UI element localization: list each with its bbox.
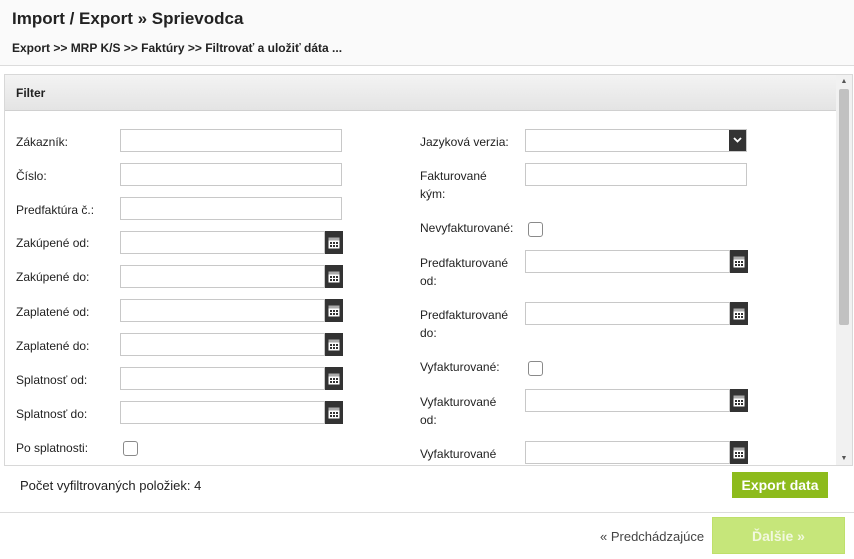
due-from-label: Splatnosť od: <box>16 373 88 387</box>
purchased-from-label: Zakúpené od: <box>16 236 90 250</box>
invoiced-from-label-line1: Vyfakturované <box>420 395 497 409</box>
paid-to-label: Zaplatené do: <box>16 339 90 353</box>
invoiced-to-date <box>525 441 748 464</box>
scroll-down-icon[interactable]: ▼ <box>836 452 852 465</box>
due-from-input[interactable] <box>120 367 325 390</box>
calendar-icon[interactable] <box>325 231 343 254</box>
calendar-icon[interactable] <box>325 265 343 288</box>
due-to-input[interactable] <box>120 401 325 424</box>
invoiced-to-input[interactable] <box>525 441 730 464</box>
invoiced-from-label-line2: od: <box>420 413 437 427</box>
purchased-to-input[interactable] <box>120 265 325 288</box>
preinvoiced-to-input[interactable] <box>525 302 730 325</box>
due-to-date <box>120 401 343 424</box>
paid-from-input[interactable] <box>120 299 325 322</box>
chevron-down-icon[interactable] <box>729 130 746 151</box>
breadcrumb: Export >> MRP K/S >> Faktúry >> Filtrova… <box>12 41 343 55</box>
calendar-icon[interactable] <box>325 367 343 390</box>
calendar-icon[interactable] <box>730 302 748 325</box>
invoiced-label: Vyfakturované: <box>420 360 500 374</box>
not-invoiced-label: Nevyfakturované: <box>420 221 514 235</box>
filtered-count-label: Počet vyfiltrovaných položiek: 4 <box>20 478 202 493</box>
next-button[interactable]: Ďalšie » <box>712 517 845 554</box>
calendar-icon[interactable] <box>730 441 748 464</box>
overdue-label: Po splatnosti: <box>16 441 89 455</box>
preinvoiced-from-label-line1: Predfakturované <box>420 256 509 270</box>
due-to-label: Splatnosť do: <box>16 407 88 421</box>
preinvoiced-to-date <box>525 302 748 325</box>
scroll-up-icon[interactable]: ▲ <box>836 75 852 88</box>
paid-to-input[interactable] <box>120 333 325 356</box>
proforma-label: Predfaktúra č.: <box>16 203 95 217</box>
not-invoiced-checkbox[interactable] <box>528 222 543 237</box>
overdue-checkbox[interactable] <box>123 441 138 456</box>
preinvoiced-from-input[interactable] <box>525 250 730 273</box>
invoiced-by-label-line2: kým: <box>420 187 446 201</box>
invoiced-checkbox[interactable] <box>528 361 543 376</box>
paid-from-label: Zaplatené od: <box>16 305 90 319</box>
purchased-from-date <box>120 231 343 254</box>
invoiced-by-input[interactable] <box>525 163 747 186</box>
previous-link[interactable]: « Predchádzajúce <box>600 529 704 544</box>
filter-panel-title: Filter <box>16 86 46 100</box>
calendar-icon[interactable] <box>325 401 343 424</box>
customer-input[interactable] <box>120 129 342 152</box>
calendar-icon[interactable] <box>325 333 343 356</box>
filter-panel: Filter Zákazník: Číslo: Predfaktúra č.: … <box>4 74 853 466</box>
preinvoiced-to-label-line1: Predfakturované <box>420 308 509 322</box>
calendar-icon[interactable] <box>730 389 748 412</box>
language-label: Jazyková verzia: <box>420 135 509 149</box>
due-from-date <box>120 367 343 390</box>
calendar-icon[interactable] <box>325 299 343 322</box>
invoiced-by-label-line1: Fakturované <box>420 169 487 183</box>
filter-scrollbar[interactable]: ▲ ▼ <box>836 75 852 465</box>
number-label: Číslo: <box>16 169 47 183</box>
filter-panel-header: Filter <box>5 75 836 111</box>
preinvoiced-from-label-line2: od: <box>420 274 437 288</box>
proforma-input[interactable] <box>120 197 342 220</box>
purchased-to-label: Zakúpené do: <box>16 270 90 284</box>
page-header: Import / Export » Sprievodca Export >> M… <box>0 0 854 66</box>
paid-from-date <box>120 299 343 322</box>
invoiced-from-input[interactable] <box>525 389 730 412</box>
purchased-to-date <box>120 265 343 288</box>
preinvoiced-from-date <box>525 250 748 273</box>
page-title: Import / Export » Sprievodca <box>12 9 244 28</box>
invoiced-to-label-line1: Vyfakturované <box>420 447 497 461</box>
paid-to-date <box>120 333 343 356</box>
calendar-icon[interactable] <box>730 250 748 273</box>
invoiced-from-date <box>525 389 748 412</box>
number-input[interactable] <box>120 163 342 186</box>
preinvoiced-to-label-line2: do: <box>420 326 437 340</box>
language-select[interactable] <box>525 129 747 152</box>
scroll-thumb[interactable] <box>839 89 849 325</box>
purchased-from-input[interactable] <box>120 231 325 254</box>
export-data-button[interactable]: Export data <box>732 472 828 498</box>
customer-label: Zákazník: <box>16 135 69 149</box>
